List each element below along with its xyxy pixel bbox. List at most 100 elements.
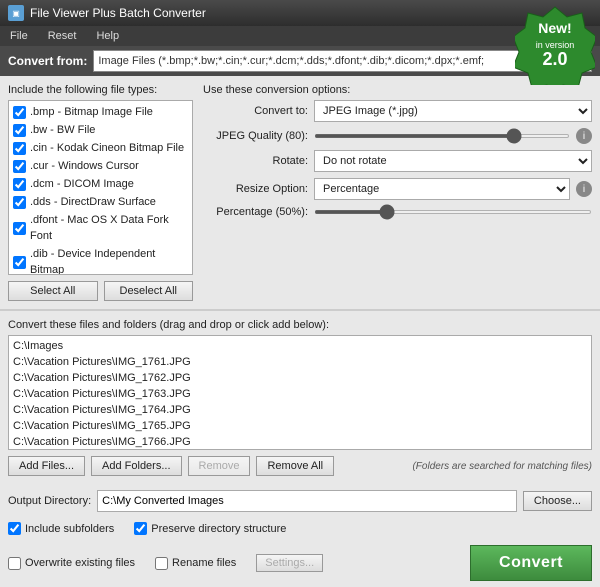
list-item: .dfont - Mac OS X Data Fork Font xyxy=(11,211,190,245)
rename-files-label: Rename files xyxy=(172,557,236,569)
preserve-directory-checkbox-label[interactable]: Preserve directory structure xyxy=(134,522,286,535)
file-types-label: Include the following file types: xyxy=(8,84,193,96)
jpeg-quality-row: JPEG Quality (80): i xyxy=(203,128,592,144)
overwrite-existing-label: Overwrite existing files xyxy=(25,557,135,569)
percentage-slider[interactable] xyxy=(314,210,592,214)
preserve-directory-label: Preserve directory structure xyxy=(151,523,286,535)
percentage-slider-container xyxy=(314,210,592,214)
files-btn-row: Add Files... Add Folders... Remove Remov… xyxy=(8,456,592,476)
settings-button[interactable]: Settings... xyxy=(256,554,323,572)
menu-reset[interactable]: Reset xyxy=(44,29,81,43)
file-label-cin: .cin - Kodak Cineon Bitmap File xyxy=(30,140,184,156)
list-item: .dds - DirectDraw Surface xyxy=(11,193,190,211)
convert-from-label: Convert from: xyxy=(8,54,87,68)
svg-text:2.0: 2.0 xyxy=(542,49,567,69)
resize-label: Resize Option: xyxy=(203,183,308,195)
file-entry-1765: C:\Vacation Pictures\IMG_1765.JPG xyxy=(13,418,587,434)
convert-to-select[interactable]: JPEG Image (*.jpg) PNG Image (*.png) BMP… xyxy=(314,100,592,122)
files-list[interactable]: C:\Images C:\Vacation Pictures\IMG_1761.… xyxy=(8,335,592,450)
jpeg-quality-slider-container xyxy=(314,134,570,138)
file-label-dcm: .dcm - DICOM Image xyxy=(30,176,134,192)
new-badge: New! in version 2.0 xyxy=(515,5,595,85)
overwrite-existing-checkbox-label[interactable]: Overwrite existing files xyxy=(8,557,135,570)
convert-to-row: Convert to: JPEG Image (*.jpg) PNG Image… xyxy=(203,100,592,122)
choose-button[interactable]: Choose... xyxy=(523,491,592,511)
file-entry-1764: C:\Vacation Pictures\IMG_1764.JPG xyxy=(13,402,587,418)
file-checkbox-dib[interactable] xyxy=(13,256,26,269)
right-panel: Use these conversion options: Convert to… xyxy=(203,84,592,301)
files-section: Convert these files and folders (drag an… xyxy=(0,311,600,484)
output-directory-input[interactable] xyxy=(97,490,517,512)
files-section-label: Convert these files and folders (drag an… xyxy=(8,319,592,331)
add-files-button[interactable]: Add Files... xyxy=(8,456,85,476)
file-label-dib: .dib - Device Independent Bitmap xyxy=(30,246,188,275)
rename-files-checkbox-label[interactable]: Rename files xyxy=(155,557,236,570)
main-content: Include the following file types: .bmp -… xyxy=(0,76,600,310)
rotate-row: Rotate: Do not rotate 90° clockwise 90° … xyxy=(203,150,592,172)
options-grid: Convert to: JPEG Image (*.jpg) PNG Image… xyxy=(203,100,592,218)
preserve-directory-checkbox[interactable] xyxy=(134,522,147,535)
file-checkbox-bmp[interactable] xyxy=(13,106,26,119)
convert-button[interactable]: Convert xyxy=(470,545,592,581)
deselect-all-button[interactable]: Deselect All xyxy=(104,281,194,301)
file-entry-1762: C:\Vacation Pictures\IMG_1762.JPG xyxy=(13,370,587,386)
file-entry-images: C:\Images xyxy=(13,338,587,354)
file-checkbox-dds[interactable] xyxy=(13,196,26,209)
left-panel: Include the following file types: .bmp -… xyxy=(8,84,193,301)
rename-files-checkbox[interactable] xyxy=(155,557,168,570)
title-bar-text: File Viewer Plus Batch Converter xyxy=(30,6,206,20)
percentage-label: Percentage (50%): xyxy=(203,206,308,218)
resize-option-row: Resize Option: Percentage Pixel dimensio… xyxy=(203,178,592,200)
list-item: .bmp - Bitmap Image File xyxy=(11,103,190,121)
resize-select[interactable]: Percentage Pixel dimensions No resize xyxy=(314,178,570,200)
jpeg-quality-slider[interactable] xyxy=(314,134,570,138)
conversion-options-label: Use these conversion options: xyxy=(203,84,592,96)
app-icon: ▣ xyxy=(8,5,24,21)
file-label-bw: .bw - BW File xyxy=(30,122,95,138)
select-all-button[interactable]: Select All xyxy=(8,281,98,301)
file-types-list: .bmp - Bitmap Image File .bw - BW File .… xyxy=(8,100,193,275)
file-checkbox-dcm[interactable] xyxy=(13,178,26,191)
include-subfolders-checkbox-label[interactable]: Include subfolders xyxy=(8,522,114,535)
add-folders-button[interactable]: Add Folders... xyxy=(91,456,181,476)
remove-all-button[interactable]: Remove All xyxy=(256,456,334,476)
overwrite-existing-checkbox[interactable] xyxy=(8,557,21,570)
list-item: .dib - Device Independent Bitmap xyxy=(11,245,190,275)
file-label-cur: .cur - Windows Cursor xyxy=(30,158,139,174)
file-entry-1766: C:\Vacation Pictures\IMG_1766.JPG xyxy=(13,434,587,450)
rotate-select[interactable]: Do not rotate 90° clockwise 90° counter-… xyxy=(314,150,592,172)
file-entry-1763: C:\Vacation Pictures\IMG_1763.JPG xyxy=(13,386,587,402)
list-item: .cur - Windows Cursor xyxy=(11,157,190,175)
resize-info-icon[interactable]: i xyxy=(576,181,592,197)
select-buttons-row: Select All Deselect All xyxy=(8,281,193,301)
svg-text:New!: New! xyxy=(538,20,571,36)
jpeg-quality-label: JPEG Quality (80): xyxy=(203,130,308,142)
percentage-row: Percentage (50%): xyxy=(203,206,592,218)
jpeg-quality-info-icon[interactable]: i xyxy=(576,128,592,144)
title-bar: ▣ File Viewer Plus Batch Converter xyxy=(0,0,600,26)
include-subfolders-label: Include subfolders xyxy=(25,523,114,535)
file-checkbox-cin[interactable] xyxy=(13,142,26,155)
file-label-dds: .dds - DirectDraw Surface xyxy=(30,194,156,210)
file-checkbox-dfont[interactable] xyxy=(13,222,26,235)
list-item: .dcm - DICOM Image xyxy=(11,175,190,193)
file-label-bmp: .bmp - Bitmap Image File xyxy=(30,104,153,120)
menu-file[interactable]: File xyxy=(6,29,32,43)
file-label-dfont: .dfont - Mac OS X Data Fork Font xyxy=(30,212,188,244)
file-checkbox-bw[interactable] xyxy=(13,124,26,137)
file-checkbox-cur[interactable] xyxy=(13,160,26,173)
output-directory-label: Output Directory: xyxy=(8,495,91,507)
folder-note: (Folders are searched for matching files… xyxy=(412,461,592,472)
remove-button[interactable]: Remove xyxy=(188,456,251,476)
convert-from-bar: Convert from: xyxy=(0,46,600,76)
rotate-label: Rotate: xyxy=(203,155,308,167)
menu-bar: File Reset Help xyxy=(0,26,600,46)
action-row: Overwrite existing files Rename files Se… xyxy=(0,539,600,587)
output-row: Output Directory: Choose... xyxy=(0,484,600,518)
list-item: .cin - Kodak Cineon Bitmap File xyxy=(11,139,190,157)
file-entry-1761: C:\Vacation Pictures\IMG_1761.JPG xyxy=(13,354,587,370)
menu-help[interactable]: Help xyxy=(92,29,123,43)
include-subfolders-checkbox[interactable] xyxy=(8,522,21,535)
list-item: .bw - BW File xyxy=(11,121,190,139)
convert-to-label: Convert to: xyxy=(203,105,308,117)
